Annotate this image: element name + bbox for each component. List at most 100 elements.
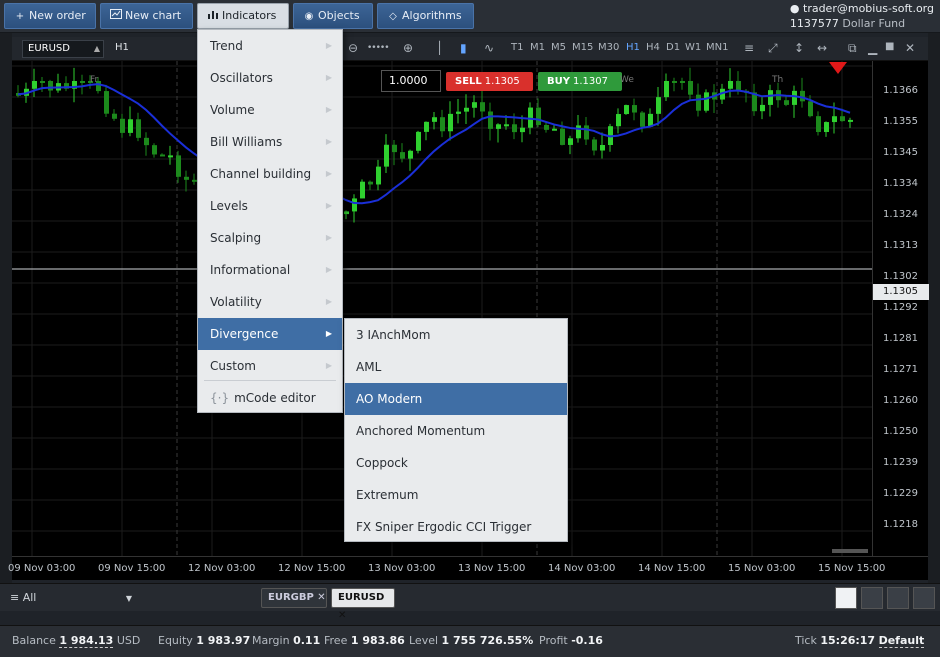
chevron-right-icon: ▶: [325, 233, 332, 242]
time-axis[interactable]: 09 Nov 03:00 09 Nov 15:00 12 Nov 03:00 12 N…: [8, 556, 928, 580]
timeframe-m30[interactable]: M30: [598, 42, 619, 53]
main-toolbar: + New order New chart Indicators ◉ Objects…: [0, 0, 940, 33]
expand-icon[interactable]: ⤢: [768, 41, 778, 56]
new-order-button[interactable]: + New order: [4, 3, 96, 29]
bar-chart-icon: [206, 5, 220, 29]
close-icon[interactable]: ✕: [905, 41, 915, 55]
submenu-item-extremum[interactable]: Extremum: [345, 479, 567, 511]
timeframe-m5[interactable]: M5: [551, 42, 566, 53]
maximize-icon[interactable]: ■: [885, 41, 894, 52]
detach-icon[interactable]: ⧉: [848, 41, 857, 56]
bar-type-icon[interactable]: │: [436, 41, 443, 55]
objects-button[interactable]: ◉ Objects: [293, 3, 373, 29]
chevron-right-icon: ▶: [325, 265, 332, 274]
candle-body: [616, 114, 621, 127]
submenu-item-coppock[interactable]: Coppock: [345, 447, 567, 479]
chart-tab-eurgbp[interactable]: EURGBP ✕: [261, 588, 327, 608]
menu-item-trend[interactable]: Trend ▶: [198, 30, 342, 62]
chevron-down-icon: ▼: [125, 594, 133, 603]
submenu-item-ao-modern[interactable]: AO Modern: [345, 383, 567, 415]
zoom-slider[interactable]: •••••: [367, 43, 390, 53]
chevron-right-icon: ▶: [325, 73, 332, 82]
updown-arrow-icon: ▲: [93, 44, 100, 53]
tick-value: 15:26:17: [820, 634, 876, 647]
menu-item-label: Trend: [210, 39, 243, 53]
candle-body: [416, 131, 421, 151]
algorithms-button[interactable]: ◇ Algorithms: [377, 3, 474, 29]
timeframe-m15[interactable]: M15: [572, 42, 593, 53]
candle-body: [832, 116, 837, 123]
new-chart-button[interactable]: New chart: [100, 3, 193, 29]
submenu-item-3-ianchmom[interactable]: 3 IAnchMom: [345, 319, 567, 351]
time-tick-label: 12 Nov 15:00: [278, 563, 346, 574]
alert-marker-icon[interactable]: [829, 62, 847, 74]
candle-body: [440, 117, 445, 132]
submenu-item-fx-sniper-ergodic-cci-trigger[interactable]: FX Sniper Ergodic CCI Trigger: [345, 511, 567, 543]
menu-item-divergence[interactable]: Divergence ▶: [198, 318, 342, 350]
menu-item-mcode-editor[interactable]: {·} mCode editor: [198, 382, 342, 414]
zoom-out-icon[interactable]: ⊖: [348, 41, 358, 55]
settings-list-icon[interactable]: ≡: [744, 41, 754, 55]
price-tick-label: 1.1366: [883, 85, 918, 96]
menu-item-volatility[interactable]: Volatility ▶: [198, 286, 342, 318]
sell-button[interactable]: SELL 1.1305: [446, 72, 533, 91]
sell-price: 1.1305: [484, 76, 520, 87]
day-label-fr: Fr: [90, 75, 99, 85]
close-icon[interactable]: ✕: [317, 592, 325, 603]
vertical-scale-icon[interactable]: ↕: [794, 41, 804, 55]
tick-mode[interactable]: Default: [878, 634, 925, 648]
price-tick-label: 1.1324: [883, 209, 918, 220]
submenu-item-aml[interactable]: AML: [345, 351, 567, 383]
menu-item-channel-building[interactable]: Channel building ▶: [198, 158, 342, 190]
account-fund: Dollar Fund: [842, 17, 906, 30]
timeframe-mn1[interactable]: MN1: [706, 42, 728, 53]
submenu-item-anchored-momentum[interactable]: Anchored Momentum: [345, 415, 567, 447]
layout-rows-icon[interactable]: [913, 587, 935, 609]
layout-columns-icon[interactable]: [887, 587, 909, 609]
line-chart-icon[interactable]: ∿: [484, 41, 494, 55]
zoom-in-icon[interactable]: ⊕: [403, 41, 413, 55]
chart-scrollbar[interactable]: [832, 549, 868, 553]
candles-icon[interactable]: ▮: [460, 41, 467, 55]
layout-grid-icon[interactable]: [861, 587, 883, 609]
candle-body: [824, 122, 829, 133]
candle-body: [360, 181, 365, 199]
close-icon[interactable]: ✕: [338, 610, 346, 621]
account-info[interactable]: ● trader@mobius-soft.org 1137577 Dollar …: [790, 1, 934, 31]
timeframe-d1[interactable]: D1: [666, 42, 680, 53]
menu-item-levels[interactable]: Levels ▶: [198, 190, 342, 222]
menu-item-bill-williams[interactable]: Bill Williams ▶: [198, 126, 342, 158]
chart-tab-eurusd[interactable]: EURUSD ✕: [331, 588, 395, 621]
symbol-selector[interactable]: EURUSD ▲: [22, 40, 104, 58]
menu-item-oscillators[interactable]: Oscillators ▶: [198, 62, 342, 94]
candle-body: [656, 97, 661, 114]
candle-body: [168, 155, 173, 158]
candle-body: [672, 81, 677, 83]
indicators-button[interactable]: Indicators: [197, 3, 289, 29]
menu-item-scalping[interactable]: Scalping ▶: [198, 222, 342, 254]
horizontal-scale-icon[interactable]: ↔: [817, 41, 827, 55]
minimize-icon[interactable]: ▁: [868, 41, 877, 55]
timeframe-m1[interactable]: M1: [530, 42, 545, 53]
menu-item-custom[interactable]: Custom ▶: [198, 350, 342, 382]
timeframe-t1[interactable]: T1: [511, 42, 523, 53]
status-bar: Balance 1 984.13 USD Equity 1 983.97 Mar…: [0, 625, 940, 657]
filter-dropdown[interactable]: ≡ All ▼: [10, 591, 132, 604]
right-panel-edge[interactable]: [928, 33, 940, 583]
price-axis[interactable]: 1.1305 1.1366 1.1355 1.1345 1.1334 1.1324 1.1…: [872, 61, 929, 556]
equity-label: Equity: [158, 634, 193, 647]
chevron-right-icon: ▶: [325, 361, 332, 370]
buy-button[interactable]: BUY 1.1307: [538, 72, 622, 91]
timeframe-h1[interactable]: H1: [626, 42, 640, 53]
layout-single-icon[interactable]: [835, 587, 857, 609]
menu-item-volume[interactable]: Volume ▶: [198, 94, 342, 126]
timeframe-w1[interactable]: W1: [685, 42, 701, 53]
menu-item-informational[interactable]: Informational ▶: [198, 254, 342, 286]
account-number: 1137577: [789, 17, 839, 30]
margin-label: Margin: [252, 634, 290, 647]
timeframe-h4[interactable]: H4: [646, 42, 660, 53]
quantity-input[interactable]: 1.0000: [381, 70, 441, 92]
candle-body: [592, 139, 597, 151]
candle-body: [488, 111, 493, 129]
left-panel-edge[interactable]: [0, 33, 12, 583]
